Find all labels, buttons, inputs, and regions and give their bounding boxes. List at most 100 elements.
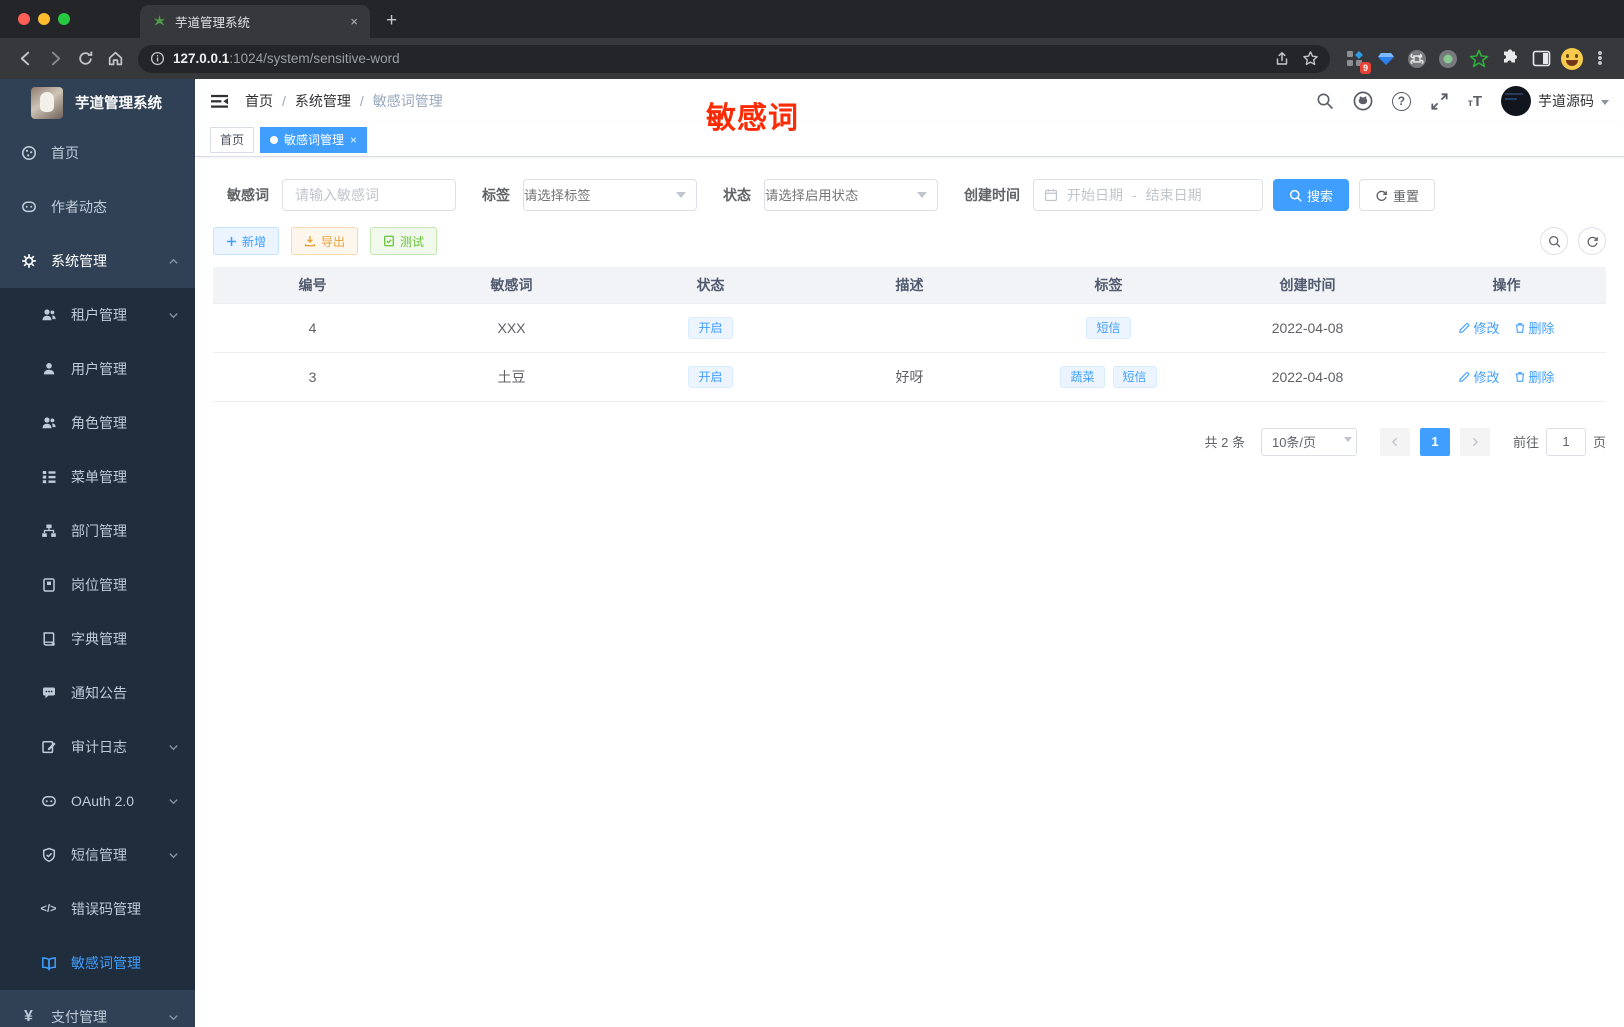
- new-tab-button[interactable]: +: [386, 10, 397, 32]
- tag-home[interactable]: 首页: [210, 126, 255, 153]
- browser-menu-icon[interactable]: • • •: [1592, 46, 1608, 71]
- reset-button[interactable]: 重置: [1359, 179, 1436, 211]
- add-button[interactable]: 新增: [213, 227, 280, 255]
- green-star-extension-icon[interactable]: [1468, 48, 1490, 70]
- sidebar-item-label: 租户管理: [71, 307, 127, 323]
- shield-check-icon: [40, 847, 57, 863]
- breadcrumb-system[interactable]: 系统管理: [295, 91, 351, 111]
- delete-link[interactable]: 删除: [1514, 367, 1555, 386]
- export-button[interactable]: 导出: [291, 227, 359, 255]
- sidebar-item-pay-management[interactable]: ¥ 支付管理: [0, 990, 195, 1027]
- home-icon[interactable]: [100, 44, 130, 74]
- edit-doc-icon: [40, 739, 57, 755]
- edit-link[interactable]: 修改: [1458, 318, 1500, 337]
- sidebar-item-role-management[interactable]: 角色管理: [0, 396, 195, 450]
- filter-form: 敏感词 标签 状态: [227, 179, 1606, 211]
- profile-avatar-emoji[interactable]: [1561, 47, 1583, 70]
- chevron-down-icon: [168, 1012, 179, 1023]
- cell-word: 土豆: [412, 352, 611, 402]
- users-icon: [40, 307, 57, 323]
- sidebar-item-tenant-management[interactable]: 租户管理: [0, 288, 195, 342]
- tags-view-bar: 首页 敏感词管理 ×: [195, 123, 1624, 157]
- url-bar[interactable]: 127.0.0.1:1024/system/sensitive-word: [138, 44, 1330, 73]
- date-start-placeholder[interactable]: 开始日期: [1067, 185, 1123, 205]
- keyword-input[interactable]: [282, 179, 456, 211]
- help-icon[interactable]: ?: [1391, 91, 1411, 111]
- sidebar-item-sms-management[interactable]: 短信管理: [0, 828, 195, 882]
- trash-icon: [1515, 371, 1524, 382]
- refresh-table-icon-button[interactable]: [1578, 227, 1606, 255]
- command-extension-icon[interactable]: [1406, 48, 1428, 70]
- tag-close-icon[interactable]: ×: [350, 133, 357, 147]
- close-window-button[interactable]: [18, 13, 30, 25]
- page-size-select[interactable]: 10条/页: [1260, 427, 1357, 456]
- github-icon[interactable]: [1353, 91, 1373, 111]
- bookmark-star-icon[interactable]: [1296, 46, 1324, 72]
- user-avatar: [1501, 86, 1531, 116]
- tab-close-icon[interactable]: ×: [350, 14, 358, 29]
- date-end-placeholder[interactable]: 结束日期: [1146, 185, 1202, 205]
- next-page-button[interactable]: [1459, 427, 1490, 456]
- sidebar-item-error-code[interactable]: </> 错误码管理: [0, 882, 195, 936]
- search-button[interactable]: 搜索: [1273, 179, 1350, 211]
- sidebar-item-sensitive-word[interactable]: 敏感词管理: [0, 936, 195, 990]
- caret-down-icon: [1601, 99, 1609, 109]
- sidebar-fold-icon[interactable]: [210, 93, 229, 110]
- sensitive-word-table: 编号 敏感词 状态 描述 标签 创建时间 操作 4 XXX 开启 短信 2022…: [213, 267, 1606, 402]
- font-size-icon[interactable]: тT: [1468, 93, 1482, 110]
- fullscreen-icon[interactable]: [1430, 92, 1449, 111]
- breadcrumb-home[interactable]: 首页: [245, 91, 273, 111]
- maximize-window-button[interactable]: [58, 13, 70, 25]
- tag-select-input[interactable]: [524, 187, 664, 203]
- logo-image: [31, 86, 63, 119]
- sidebar-item-user-management[interactable]: 用户管理: [0, 342, 195, 396]
- forward-icon[interactable]: [40, 44, 70, 74]
- sidebar-logo[interactable]: 芋道管理系统: [0, 79, 195, 126]
- tag-sensitive-word[interactable]: 敏感词管理 ×: [260, 126, 368, 153]
- tag-label: 标签: [482, 187, 510, 203]
- prev-page-button[interactable]: [1379, 427, 1410, 456]
- back-icon[interactable]: [10, 44, 40, 74]
- sidebar-item-system-management[interactable]: 系统管理: [0, 234, 195, 288]
- test-button[interactable]: 测试: [370, 227, 438, 255]
- goto-page-input[interactable]: [1545, 427, 1586, 456]
- code-icon: </>: [40, 903, 57, 915]
- recorder-extension-icon[interactable]: [1437, 48, 1459, 70]
- sidebar-item-dict-management[interactable]: 字典管理: [0, 612, 195, 666]
- url-text: 127.0.0.1:1024/system/sensitive-word: [173, 51, 400, 66]
- side-panel-icon[interactable]: [1530, 48, 1552, 70]
- tag-select[interactable]: [523, 179, 697, 211]
- sidebar-item-author-news[interactable]: 作者动态: [0, 180, 195, 234]
- delete-link[interactable]: 删除: [1514, 318, 1555, 337]
- sidebar-item-audit-log[interactable]: 审计日志: [0, 720, 195, 774]
- chevron-up-icon: [168, 256, 179, 267]
- user-menu[interactable]: 芋道源码: [1501, 86, 1609, 116]
- site-info-icon[interactable]: [150, 51, 165, 66]
- sidebar-item-post-management[interactable]: 岗位管理: [0, 558, 195, 612]
- reload-icon[interactable]: [70, 44, 100, 74]
- sidebar-item-notice[interactable]: 通知公告: [0, 666, 195, 720]
- status-select[interactable]: [764, 179, 938, 211]
- page-number-1[interactable]: 1: [1419, 427, 1450, 456]
- tab-manager-extension-icon[interactable]: 9: [1344, 48, 1371, 74]
- sidebar-item-dept-management[interactable]: 部门管理: [0, 504, 195, 558]
- minimize-window-button[interactable]: [38, 13, 50, 25]
- edit-link[interactable]: 修改: [1458, 367, 1500, 386]
- extensions-puzzle-icon[interactable]: [1499, 48, 1521, 70]
- header-search-icon[interactable]: [1316, 92, 1334, 110]
- share-icon[interactable]: [1268, 46, 1296, 72]
- show-search-icon-button[interactable]: [1540, 227, 1568, 255]
- search-icon: [1289, 189, 1302, 202]
- date-range-picker[interactable]: 开始日期 - 结束日期: [1033, 179, 1263, 211]
- chevron-down-icon: [168, 796, 179, 807]
- favicon-leaf-icon: [153, 14, 166, 26]
- extension-badge: 9: [1359, 61, 1371, 74]
- status-select-input[interactable]: [765, 187, 905, 203]
- browser-tab[interactable]: 芋道管理系统 ×: [140, 5, 370, 38]
- sidebar-item-oauth[interactable]: OAuth 2.0: [0, 774, 195, 828]
- total-count: 共 2 条: [1204, 435, 1245, 450]
- gem-extension-icon[interactable]: [1375, 48, 1397, 70]
- sidebar-item-menu-management[interactable]: 菜单管理: [0, 450, 195, 504]
- sidebar-item-home[interactable]: 首页: [0, 126, 195, 180]
- col-word: 敏感词: [412, 267, 611, 304]
